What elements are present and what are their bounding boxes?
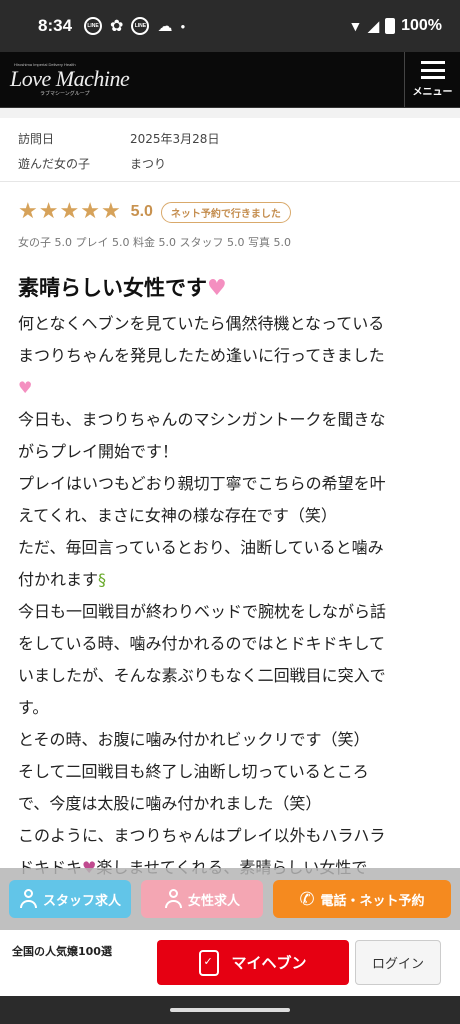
visit-date-label: 訪問日 — [18, 132, 55, 146]
line-icon: LINE — [84, 17, 103, 35]
rating-row: ★ ★ ★ ★ ★ 5.0 ネット予約で行きました — [18, 200, 291, 224]
line-icon: LINE — [131, 17, 150, 35]
snake-icon: § — [98, 570, 107, 589]
girl-name[interactable]: まつり — [130, 155, 166, 172]
phone-reservation-button[interactable]: ✆ 電話・ネット予約 — [273, 880, 451, 918]
site-header: Hiroshima Imperial Delivery Health Love … — [0, 52, 460, 108]
review-line: ♥ — [18, 372, 438, 404]
review-line: そして二回戦目も終了し油断し切っているところ — [18, 762, 369, 781]
signal-icon: ◢ — [368, 17, 380, 34]
myheaven-button[interactable]: マイヘブン — [157, 940, 349, 985]
smartphone-check-icon — [199, 949, 220, 976]
status-bar: 8:34 LINE ✿ LINE ☁ ● ▼ ◢ 100% — [0, 0, 460, 52]
myheaven-label: マイヘブン — [231, 954, 307, 972]
girl-label: 遊んだ女の子 — [18, 157, 91, 171]
bottom-bar: 全国の人気嬢100選 マイヘブン ログイン — [0, 930, 460, 996]
review-body: 何となくヘブンを見ていたら偶然待機となっている まつりちゃんを発見したため逢いに… — [18, 308, 438, 884]
sub-scores: 女の子 5.0 プレイ 5.0 料金 5.0 スタッフ 5.0 写真 5.0 — [18, 236, 291, 249]
review-title-text: 素晴らしい女性です — [18, 276, 207, 300]
cloud-icon: ☁ — [157, 18, 173, 35]
site-logo[interactable]: Love Machine — [10, 66, 130, 92]
review-line: で、今度は太股に噛み付かれました（笑） — [18, 794, 322, 813]
section-divider — [0, 108, 460, 118]
phone-reservation-label: 電話・ネット予約 — [320, 893, 425, 909]
pink-heart-icon: ♥ — [18, 378, 33, 397]
star-icon: ★ — [18, 199, 38, 224]
rating-score: 5.0 — [130, 203, 153, 220]
popular-girls-link[interactable]: 全国の人気嬢100選 — [12, 943, 112, 959]
star-icon: ★ — [100, 199, 121, 224]
logo-subtitle: ラブマシーングループ — [40, 91, 90, 97]
star-icon: ★ — [80, 199, 100, 224]
home-gesture-handle[interactable] — [170, 1008, 290, 1012]
pinwheel-icon: ✿ — [110, 18, 124, 35]
review-line: 何となくヘブンを見ていたら偶然待機となっている — [18, 314, 385, 333]
star-icon: ★ — [59, 199, 80, 224]
dot-icon: ● — [180, 21, 186, 31]
review-line: とその時、お腹に噛み付かれビックリです（笑） — [18, 730, 370, 749]
female-recruit-label: 女性求人 — [187, 893, 240, 909]
status-time: 8:34 — [38, 16, 73, 35]
person-icon — [19, 889, 37, 909]
wifi-icon: ▼ — [348, 18, 363, 34]
hamburger-icon — [420, 61, 445, 79]
star-icon: ★ — [38, 199, 59, 224]
system-nav-bar — [0, 996, 460, 1024]
phone-icon: ✆ — [299, 888, 315, 910]
net-reservation-badge: ネット予約で行きました — [160, 201, 291, 223]
menu-label: メニュー — [412, 87, 453, 98]
female-recruit-button[interactable]: 女性求人 — [141, 880, 263, 918]
review-line: をしている時、噛み付かれるのではとドキドキして — [18, 634, 386, 653]
review-line: まつりちゃんを発見したため逢いに行ってきました — [18, 346, 385, 365]
review-title: 素晴らしい女性です♥ — [18, 272, 227, 302]
review-line: プレイはいつもどおり親切丁寧でこちらの希望を叶 — [18, 474, 386, 493]
review-line: えてくれ、まさに女神の様な存在です（笑） — [18, 506, 337, 525]
visit-date-value: 2025年3月28日 — [130, 132, 220, 146]
visit-info: 訪問日 2025年3月28日 遊んだ女の子 まつり — [0, 118, 460, 182]
review-line: 今日も、まつりちゃんのマシンガントークを聞きな — [18, 410, 386, 429]
staff-recruit-label: スタッフ求人 — [42, 893, 121, 909]
review-line: ただ、毎回言っているとおり、油断していると噛み — [18, 538, 384, 557]
staff-recruit-button[interactable]: スタッフ求人 — [9, 880, 131, 918]
person-icon — [164, 889, 182, 909]
review-line: いましたが、そんな素ぶりもなく二回戦目に突入で — [18, 666, 386, 685]
login-button[interactable]: ログイン — [355, 940, 441, 985]
review-line: このように、まつりちゃんはプレイ以外もハラハラ — [18, 826, 386, 845]
battery-icon — [385, 18, 396, 34]
review-line: 付かれます§ — [18, 570, 107, 589]
star-rating: ★ ★ ★ ★ ★ — [18, 201, 121, 223]
action-button-bar: スタッフ求人 女性求人 ✆ 電話・ネット予約 — [0, 868, 460, 930]
review-line: す。 — [18, 698, 49, 717]
menu-button[interactable]: メニュー — [404, 52, 460, 107]
review-line: 今日も一回戦目が終わりベッドで腕枕をしながら話 — [18, 602, 387, 621]
battery-percent: 100% — [401, 17, 442, 34]
pink-heart-icon: ♥ — [207, 276, 227, 301]
review-line: がらプレイ開始です！ — [18, 442, 179, 461]
